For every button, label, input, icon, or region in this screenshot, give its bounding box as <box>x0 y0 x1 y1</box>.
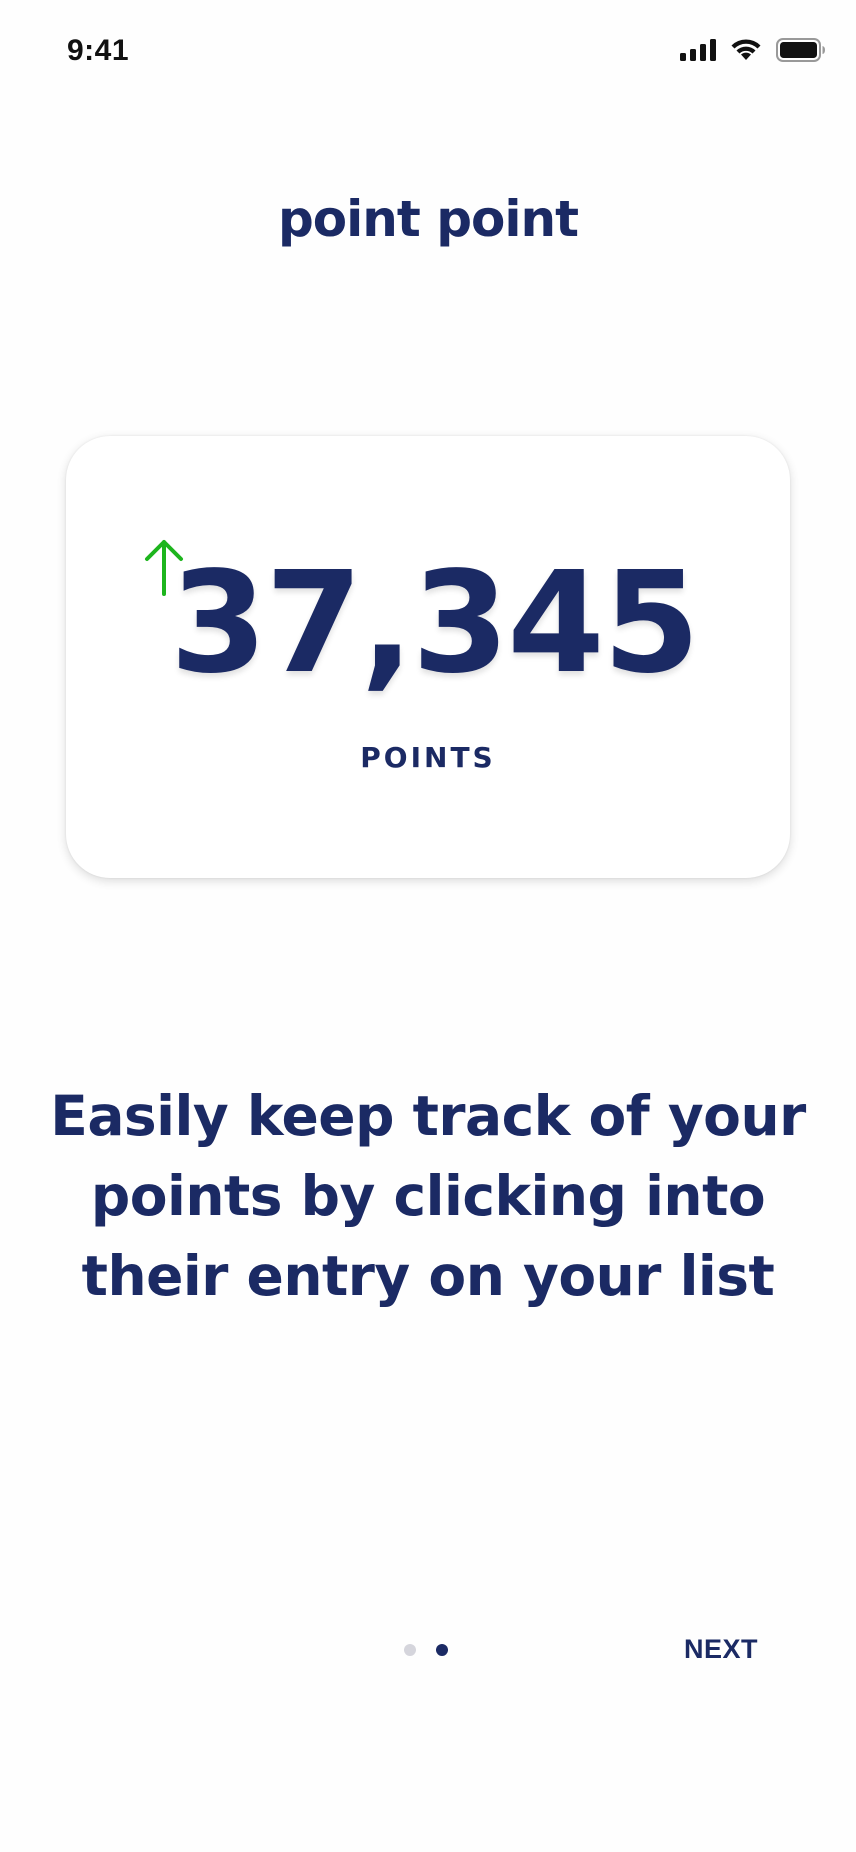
next-button[interactable]: NEXT <box>684 1634 758 1665</box>
status-time: 9:41 <box>67 34 130 67</box>
cellular-signal-icon <box>680 39 716 66</box>
onboarding-tagline: Easily keep track of your points by clic… <box>50 1084 806 1308</box>
status-bar: 9:41 <box>0 0 856 100</box>
wifi-icon <box>730 38 762 67</box>
app-logo: point point <box>278 190 579 248</box>
points-card: 37,345 POINTS <box>66 436 790 878</box>
battery-icon <box>776 38 826 67</box>
points-value: 37,345 <box>169 542 700 705</box>
page-dot-2-active[interactable] <box>436 1644 448 1656</box>
status-icons <box>680 38 826 67</box>
page-indicator <box>404 1644 448 1656</box>
points-label: POINTS <box>360 741 496 774</box>
page-dot-1[interactable] <box>404 1644 416 1656</box>
